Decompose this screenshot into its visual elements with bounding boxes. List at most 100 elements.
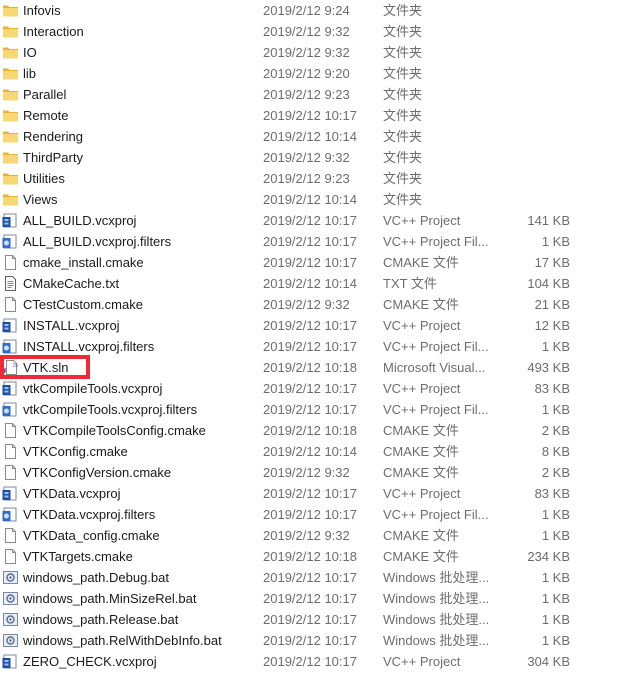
file-date-modified: 2019/2/12 10:14 (263, 276, 357, 291)
file-row[interactable]: VTKData_config.cmake 2019/2/12 9:32 CMAKE … (0, 525, 629, 546)
generic-file-icon (2, 423, 19, 438)
file-row[interactable]: Interaction 2019/2/12 9:32 文件夹 (0, 21, 629, 42)
folder-icon (2, 45, 19, 60)
file-row[interactable]: windows_path.MinSizeRel.bat 2019/2/12 10:… (0, 588, 629, 609)
file-row[interactable]: windows_path.Debug.bat 2019/2/12 10:17 Win… (0, 567, 629, 588)
folder-icon (2, 171, 19, 186)
file-type: 文件夹 (383, 192, 423, 207)
file-name: windows_path.Release.bat (23, 612, 179, 627)
file-row[interactable]: IO 2019/2/12 9:32 文件夹 (0, 42, 629, 63)
file-date-modified: 2019/2/12 10:17 (263, 402, 357, 417)
file-type: 文件夹 (383, 45, 423, 60)
folder-icon (2, 66, 19, 81)
file-date-modified: 2019/2/12 10:14 (263, 129, 357, 144)
file-size: 12 KB (534, 318, 570, 333)
file-size: 1 KB (541, 528, 570, 543)
folder-icon (2, 3, 19, 18)
file-size: 2 KB (541, 423, 570, 438)
file-type: VC++ Project (383, 654, 461, 669)
file-name: Remote (23, 108, 69, 123)
file-size: 1 KB (541, 339, 570, 354)
file-size: 1 KB (541, 570, 570, 585)
file-size: 1 KB (541, 612, 570, 627)
file-size: 1 KB (541, 402, 570, 417)
file-row[interactable]: INSTALL.vcxproj.filters 2019/2/12 10:17 VC… (0, 336, 629, 357)
generic-file-icon (2, 549, 19, 564)
file-row[interactable]: vtkCompileTools.vcxproj 2019/2/12 10:17 VC… (0, 378, 629, 399)
file-name: INSTALL.vcxproj (23, 318, 120, 333)
file-size: 83 KB (534, 381, 570, 396)
file-row[interactable]: ThirdParty 2019/2/12 9:32 文件夹 (0, 147, 629, 168)
file-size: 17 KB (534, 255, 570, 270)
file-row[interactable]: VTKData.vcxproj 2019/2/12 10:17 VC++ Proje… (0, 483, 629, 504)
file-type: VC++ Project Fil... (383, 234, 489, 249)
file-type: CMAKE 文件 (383, 465, 459, 480)
file-type: VC++ Project Fil... (383, 339, 489, 354)
file-name: VTKCompileToolsConfig.cmake (23, 423, 206, 438)
file-date-modified: 2019/2/12 10:17 (263, 633, 357, 648)
file-date-modified: 2019/2/12 10:18 (263, 549, 357, 564)
file-size: 1 KB (541, 234, 570, 249)
file-type: Microsoft Visual... (383, 360, 486, 375)
file-name: Parallel (23, 87, 67, 102)
file-row[interactable]: windows_path.Release.bat 2019/2/12 10:17 W… (0, 609, 629, 630)
file-row[interactable]: cmake_install.cmake 2019/2/12 10:17 CMAKE … (0, 252, 629, 273)
file-row[interactable]: VTKConfig.cmake 2019/2/12 10:14 CMAKE 文件 8 … (0, 441, 629, 462)
batch-file-icon (2, 612, 19, 627)
file-name: VTKData.vcxproj (23, 486, 121, 501)
file-date-modified: 2019/2/12 9:32 (263, 465, 350, 480)
file-type: 文件夹 (383, 108, 423, 123)
file-type: 文件夹 (383, 66, 423, 81)
file-row[interactable]: 15 VTK.sln 2019/2/12 10:18 Microsoft Visual… (0, 357, 629, 378)
file-row[interactable]: ALL_BUILD.vcxproj 2019/2/12 10:17 VC++ Pro… (0, 210, 629, 231)
vcxproj-icon (2, 318, 19, 333)
vcxproj-icon (2, 654, 19, 669)
file-date-modified: 2019/2/12 10:17 (263, 591, 357, 606)
file-row[interactable]: Infovis 2019/2/12 9:24 文件夹 (0, 0, 629, 21)
file-size: 1 KB (541, 633, 570, 648)
batch-file-icon (2, 633, 19, 648)
vcxproj-filters-icon (2, 507, 19, 522)
file-row[interactable]: CMakeCache.txt 2019/2/12 10:14 TXT 文件 104 K… (0, 273, 629, 294)
file-date-modified: 2019/2/12 9:32 (263, 297, 350, 312)
file-row[interactable]: CTestCustom.cmake 2019/2/12 9:32 CMAKE 文件 2… (0, 294, 629, 315)
file-date-modified: 2019/2/12 10:17 (263, 213, 357, 228)
file-name: vtkCompileTools.vcxproj.filters (23, 402, 198, 417)
file-row[interactable]: ZERO_CHECK.vcxproj 2019/2/12 10:17 VC++ Pr… (0, 651, 629, 672)
file-row[interactable]: lib 2019/2/12 9:20 文件夹 (0, 63, 629, 84)
file-date-modified: 2019/2/12 9:23 (263, 171, 350, 186)
file-row[interactable]: Parallel 2019/2/12 9:23 文件夹 (0, 84, 629, 105)
file-row[interactable]: Rendering 2019/2/12 10:14 文件夹 (0, 126, 629, 147)
file-row[interactable]: vtkCompileTools.vcxproj.filters 2019/2/12… (0, 399, 629, 420)
generic-file-icon (2, 444, 19, 459)
file-row[interactable]: VTKConfigVersion.cmake 2019/2/12 9:32 CMAK… (0, 462, 629, 483)
file-type: CMAKE 文件 (383, 444, 459, 459)
file-name: windows_path.Debug.bat (23, 570, 169, 585)
file-row[interactable]: windows_path.RelWithDebInfo.bat 2019/2/12… (0, 630, 629, 651)
file-name: Views (23, 192, 58, 207)
file-row[interactable]: Views 2019/2/12 10:14 文件夹 (0, 189, 629, 210)
vcxproj-icon (2, 213, 19, 228)
folder-icon (2, 87, 19, 102)
file-row[interactable]: Utilities 2019/2/12 9:23 文件夹 (0, 168, 629, 189)
file-row[interactable]: VTKData.vcxproj.filters 2019/2/12 10:17 VC… (0, 504, 629, 525)
file-row[interactable]: INSTALL.vcxproj 2019/2/12 10:17 VC++ Proje… (0, 315, 629, 336)
generic-file-icon (2, 528, 19, 543)
file-date-modified: 2019/2/12 10:17 (263, 612, 357, 627)
file-name: VTKConfig.cmake (23, 444, 128, 459)
file-row[interactable]: ALL_BUILD.vcxproj.filters 2019/2/12 10:17… (0, 231, 629, 252)
file-date-modified: 2019/2/12 10:14 (263, 444, 357, 459)
file-name: Rendering (23, 129, 83, 144)
file-name: IO (23, 45, 37, 60)
file-size: 83 KB (534, 486, 570, 501)
file-type: 文件夹 (383, 24, 423, 39)
file-type: 文件夹 (383, 129, 423, 144)
file-type: 文件夹 (383, 3, 423, 18)
file-row[interactable]: VTKTargets.cmake 2019/2/12 10:18 CMAKE 文件 2… (0, 546, 629, 567)
file-row[interactable]: VTKCompileToolsConfig.cmake 2019/2/12 10:… (0, 420, 629, 441)
file-name: ThirdParty (23, 150, 83, 165)
file-date-modified: 2019/2/12 10:17 (263, 234, 357, 249)
file-date-modified: 2019/2/12 10:14 (263, 192, 357, 207)
file-row[interactable]: Remote 2019/2/12 10:17 文件夹 (0, 105, 629, 126)
file-size: 8 KB (541, 444, 570, 459)
